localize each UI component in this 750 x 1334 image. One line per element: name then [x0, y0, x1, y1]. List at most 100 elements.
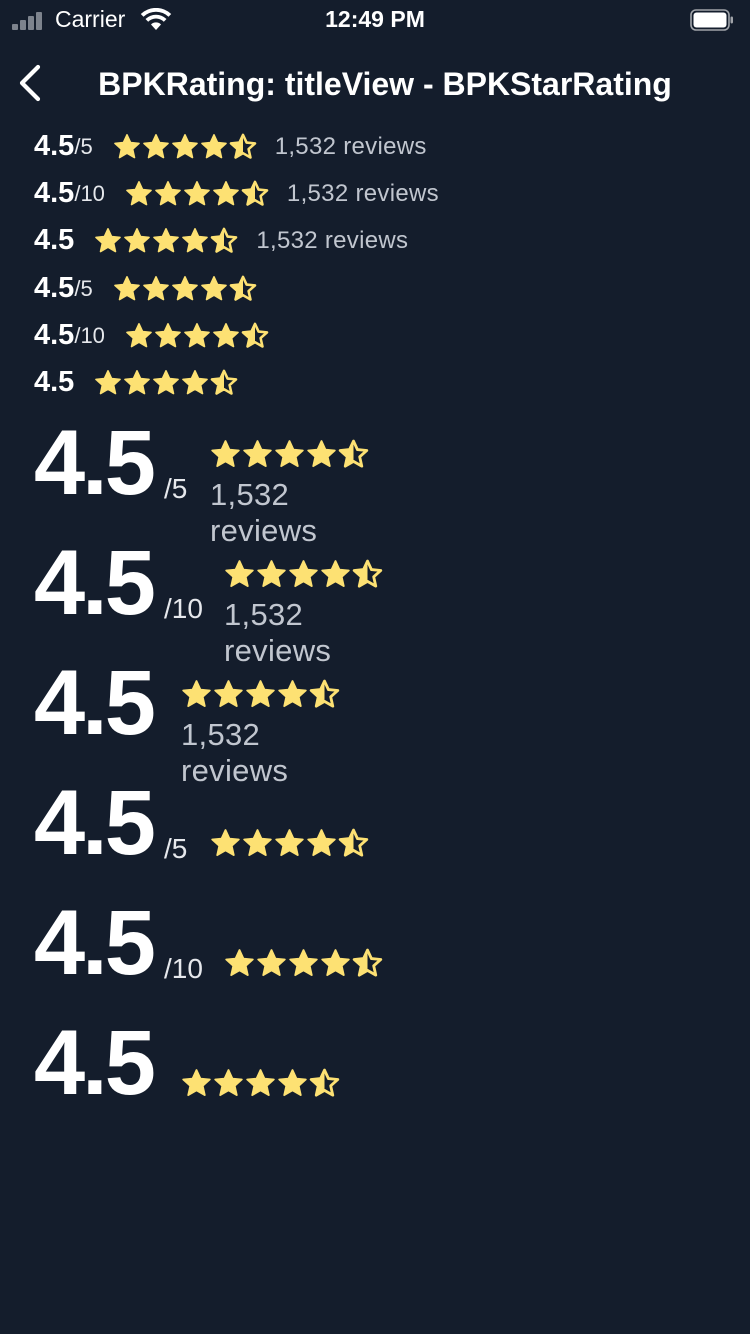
rating-value: 4.5 [34, 532, 156, 634]
star-full-icon [225, 560, 254, 588]
review-count: 1,532 reviews [256, 226, 409, 254]
star-full-icon [184, 322, 210, 347]
rating-value: 4.5 [34, 177, 75, 209]
star-half-icon [211, 369, 238, 395]
star-full-icon [155, 180, 181, 205]
review-count: 1,532 reviews [286, 179, 439, 207]
rating-value: 4.5 [34, 772, 156, 874]
star-full-icon [289, 560, 318, 588]
star-half-icon [309, 679, 340, 708]
star-rating [94, 227, 238, 255]
star-full-icon [200, 275, 227, 300]
star-full-icon [257, 560, 286, 588]
star-rating [181, 1068, 340, 1099]
rating-scale: /5 [164, 473, 188, 504]
review-count: 1,532 reviews [210, 477, 318, 548]
star-rating-row: 4.5 /5 1,532 reviews [34, 130, 427, 163]
star-full-icon [211, 440, 240, 468]
rating-scale: /10 [164, 953, 203, 984]
star-rating-row: 4.5 [34, 366, 238, 399]
star-full-icon [321, 560, 350, 588]
star-full-icon [182, 369, 209, 394]
star-rating [210, 828, 369, 859]
rating-value: 4.5 [34, 1012, 156, 1114]
star-half-icon [241, 180, 269, 206]
star-half-icon [309, 1068, 340, 1097]
review-count: 1,532 reviews [224, 597, 332, 668]
navigation-bar: BPKRating: titleView - BPKStarRating [0, 52, 750, 116]
star-rating [125, 180, 269, 208]
star-full-icon [124, 369, 151, 394]
star-half-icon [229, 275, 256, 301]
page-title: BPKRating: titleView - BPKStarRating [98, 66, 672, 102]
star-full-icon [246, 680, 275, 708]
star-full-icon [307, 440, 336, 468]
star-rating-row: 4.5 /5 [34, 272, 257, 305]
star-half-icon [241, 322, 269, 348]
star-full-icon [275, 440, 304, 468]
star-full-icon [307, 829, 336, 857]
star-full-icon [289, 949, 318, 977]
star-full-icon [213, 180, 239, 205]
star-full-icon [153, 369, 180, 394]
rating-value: 4.5 [34, 892, 156, 994]
star-rating [113, 133, 257, 161]
star-full-icon [257, 949, 286, 977]
rating-scale: /10 [74, 322, 105, 348]
star-full-icon [182, 680, 211, 708]
battery-icon [690, 9, 733, 31]
status-time: 12:49 PM [325, 6, 425, 32]
star-full-icon [95, 227, 122, 252]
star-half-icon [338, 828, 369, 857]
review-count: 1,532 reviews [274, 132, 427, 160]
star-full-icon [214, 680, 243, 708]
star-half-icon [352, 559, 383, 588]
star-rating [224, 559, 383, 590]
star-full-icon [278, 1069, 307, 1097]
star-full-icon [182, 227, 209, 252]
star-full-icon [200, 133, 227, 158]
star-rating-row: 4.5 /10 [34, 319, 269, 352]
star-full-icon [153, 227, 180, 252]
star-half-icon [352, 948, 383, 977]
status-bar: Carrier 12:49 PM [0, 0, 750, 40]
star-full-icon [142, 275, 169, 300]
star-full-icon [124, 227, 151, 252]
rating-value: 4.5 [34, 652, 156, 754]
star-full-icon [278, 680, 307, 708]
rating-scale: /5 [74, 133, 93, 159]
star-full-icon [184, 180, 210, 205]
star-full-icon [95, 369, 122, 394]
star-full-icon [225, 949, 254, 977]
star-full-icon [182, 1069, 211, 1097]
star-rating-row: 4.5 1,532 reviews [34, 224, 408, 257]
rating-scale: /10 [74, 180, 105, 206]
rating-value: 4.5 [34, 224, 75, 256]
star-full-icon [113, 133, 140, 158]
review-count: 1,532 reviews [181, 717, 289, 788]
star-full-icon [155, 322, 181, 347]
star-full-icon [126, 180, 152, 205]
rating-value: 4.5 [34, 272, 75, 304]
star-rating [125, 322, 269, 350]
rating-scale: /5 [74, 275, 93, 301]
star-full-icon [275, 829, 304, 857]
star-full-icon [246, 1069, 275, 1097]
star-full-icon [211, 829, 240, 857]
star-half-icon [211, 227, 238, 253]
star-rating [113, 275, 257, 303]
star-half-icon [338, 439, 369, 468]
star-full-icon [321, 949, 350, 977]
rating-value: 4.5 [34, 130, 75, 162]
star-rating [94, 369, 238, 397]
star-rating [224, 948, 383, 979]
star-full-icon [243, 829, 272, 857]
star-rating-row: 4.5 /10 1,532 reviews [34, 177, 439, 210]
star-rating [210, 439, 369, 470]
rating-scale: /10 [164, 593, 203, 624]
star-full-icon [126, 322, 152, 347]
rating-scale: /5 [164, 833, 188, 864]
rating-value: 4.5 [34, 366, 75, 398]
star-full-icon [171, 275, 198, 300]
rating-value: 4.5 [34, 319, 75, 351]
